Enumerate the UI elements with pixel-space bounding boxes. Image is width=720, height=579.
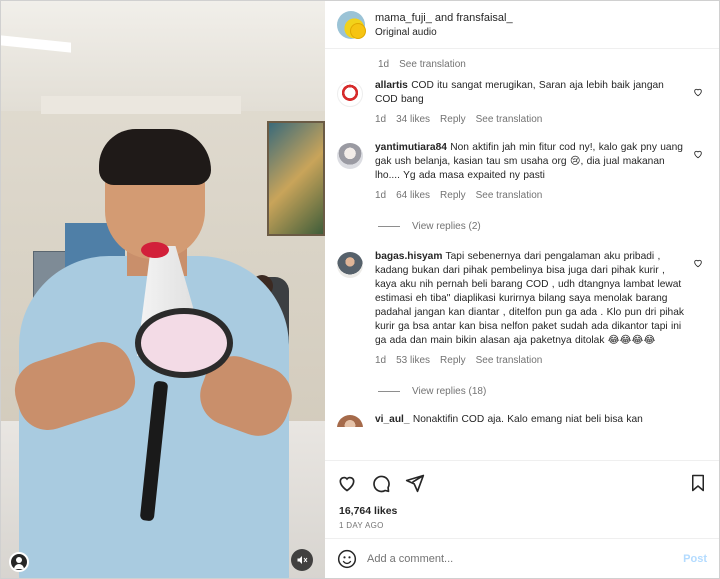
comment-text: bagas.hisyam Tapi sebenernya dari pengal… bbox=[375, 250, 689, 348]
view-replies-label[interactable]: View replies (18) bbox=[412, 386, 486, 397]
author-avatar[interactable] bbox=[337, 10, 366, 39]
comment-likes[interactable]: 53 likes bbox=[396, 355, 430, 366]
audio-label[interactable]: Original audio bbox=[375, 27, 513, 38]
megaphone-tip bbox=[141, 242, 169, 258]
video-ceiling bbox=[1, 1, 325, 111]
comment-meta: 1d 34 likes Reply See translation bbox=[375, 114, 689, 125]
comment-meta: 1d 53 likes Reply See translation bbox=[375, 355, 689, 366]
comment-likes[interactable]: 64 likes bbox=[396, 190, 430, 201]
comment-body: vi_aul_ Nonaktifin COD aja. Kalo emang n… bbox=[375, 413, 689, 427]
comment-username[interactable]: allartis bbox=[375, 80, 408, 91]
video-wall-painting bbox=[267, 121, 325, 236]
heart-icon[interactable] bbox=[693, 149, 703, 159]
comment-body: allartis COD itu sangat merugikan, Saran… bbox=[375, 79, 689, 125]
action-icons bbox=[337, 473, 425, 493]
comment-username[interactable]: yantimutiara84 bbox=[375, 142, 447, 153]
user-tag-icon[interactable] bbox=[9, 552, 29, 572]
post-actions: 16,764 likes 1 DAY AGO bbox=[325, 460, 719, 530]
post-sidebar: mama_fuji_ and fransfaisal_ Original aud… bbox=[325, 1, 719, 578]
caption-time: 1d bbox=[378, 58, 390, 70]
comment-item: vi_aul_ Nonaktifin COD aja. Kalo emang n… bbox=[337, 413, 707, 427]
reply-button[interactable]: Reply bbox=[440, 114, 466, 125]
sound-icon-glyph bbox=[297, 556, 308, 564]
comments-list[interactable]: 1d See translation allartis COD itu sang… bbox=[325, 49, 719, 460]
comment-text: yantimutiara84 Non aktifin jah min fitur… bbox=[375, 141, 689, 183]
caption-meta: 1d See translation bbox=[337, 49, 707, 79]
see-translation-button[interactable]: See translation bbox=[476, 114, 543, 125]
comment-text: allartis COD itu sangat merugikan, Saran… bbox=[375, 79, 689, 107]
comment-item: bagas.hisyam Tapi sebenernya dari pengal… bbox=[337, 250, 707, 366]
comment-text: vi_aul_ Nonaktifin COD aja. Kalo emang n… bbox=[375, 413, 689, 427]
video-player[interactable] bbox=[1, 1, 325, 578]
video-beam bbox=[41, 96, 241, 114]
see-translation-button[interactable]: See translation bbox=[476, 190, 543, 201]
comment-time: 1d bbox=[375, 114, 387, 125]
view-replies-button[interactable]: View replies (2) bbox=[378, 221, 707, 232]
likes-count[interactable]: 16,764 likes bbox=[339, 505, 397, 517]
post-author-info: mama_fuji_ and fransfaisal_ Original aud… bbox=[375, 12, 513, 38]
video-man-hair bbox=[99, 129, 211, 185]
comment-username[interactable]: vi_aul_ bbox=[375, 414, 410, 425]
view-replies-button[interactable]: View replies (18) bbox=[378, 386, 707, 397]
post-button[interactable]: Post bbox=[683, 553, 707, 565]
heart-icon[interactable] bbox=[693, 87, 703, 97]
caption-see-translation[interactable]: See translation bbox=[399, 59, 466, 70]
comment-input[interactable] bbox=[367, 552, 684, 565]
reply-button[interactable]: Reply bbox=[440, 190, 466, 201]
replies-divider bbox=[378, 391, 400, 392]
comment-avatar[interactable] bbox=[337, 252, 363, 278]
comment-time: 1d bbox=[375, 355, 387, 366]
post-dialog: mama_fuji_ and fransfaisal_ Original aud… bbox=[0, 0, 720, 579]
comment-meta: 1d 64 likes Reply See translation bbox=[375, 190, 689, 201]
megaphone bbox=[135, 242, 233, 522]
comment-item: allartis COD itu sangat merugikan, Saran… bbox=[337, 79, 707, 125]
comment-body: yantimutiara84 Non aktifin jah min fitur… bbox=[375, 141, 689, 201]
comment-username[interactable]: bagas.hisyam bbox=[375, 251, 442, 262]
comment-content: Tapi sebenernya dari pengalaman aku prib… bbox=[375, 251, 684, 346]
emoji-icon[interactable] bbox=[337, 549, 357, 569]
heart-icon[interactable] bbox=[337, 473, 357, 493]
post-date: 1 DAY AGO bbox=[339, 521, 384, 530]
comment-content: Nonaktifin COD aja. Kalo emang niat beli… bbox=[412, 414, 643, 425]
heart-icon[interactable] bbox=[693, 258, 703, 268]
share-icon[interactable] bbox=[405, 473, 425, 493]
comment-avatar[interactable] bbox=[337, 415, 363, 427]
comment-content: COD itu sangat merugikan, Saran aja lebi… bbox=[375, 80, 664, 105]
authors-label[interactable]: mama_fuji_ and fransfaisal_ bbox=[375, 12, 513, 24]
comment-avatar[interactable] bbox=[337, 143, 363, 169]
bookmark-icon[interactable] bbox=[689, 473, 707, 493]
sound-icon[interactable] bbox=[291, 549, 313, 571]
post-header: mama_fuji_ and fransfaisal_ Original aud… bbox=[325, 1, 719, 49]
reply-button[interactable]: Reply bbox=[440, 355, 466, 366]
comment-icon[interactable] bbox=[371, 473, 391, 493]
comment-item: yantimutiara84 Non aktifin jah min fitur… bbox=[337, 141, 707, 201]
view-replies-label[interactable]: View replies (2) bbox=[412, 221, 481, 232]
comment-avatar[interactable] bbox=[337, 81, 363, 107]
comment-likes[interactable]: 34 likes bbox=[396, 114, 430, 125]
megaphone-bell bbox=[135, 308, 233, 378]
comment-body: bagas.hisyam Tapi sebenernya dari pengal… bbox=[375, 250, 689, 366]
comment-time: 1d bbox=[375, 190, 387, 201]
replies-divider bbox=[378, 226, 400, 227]
comment-composer: Post bbox=[325, 538, 719, 578]
see-translation-button[interactable]: See translation bbox=[476, 355, 543, 366]
